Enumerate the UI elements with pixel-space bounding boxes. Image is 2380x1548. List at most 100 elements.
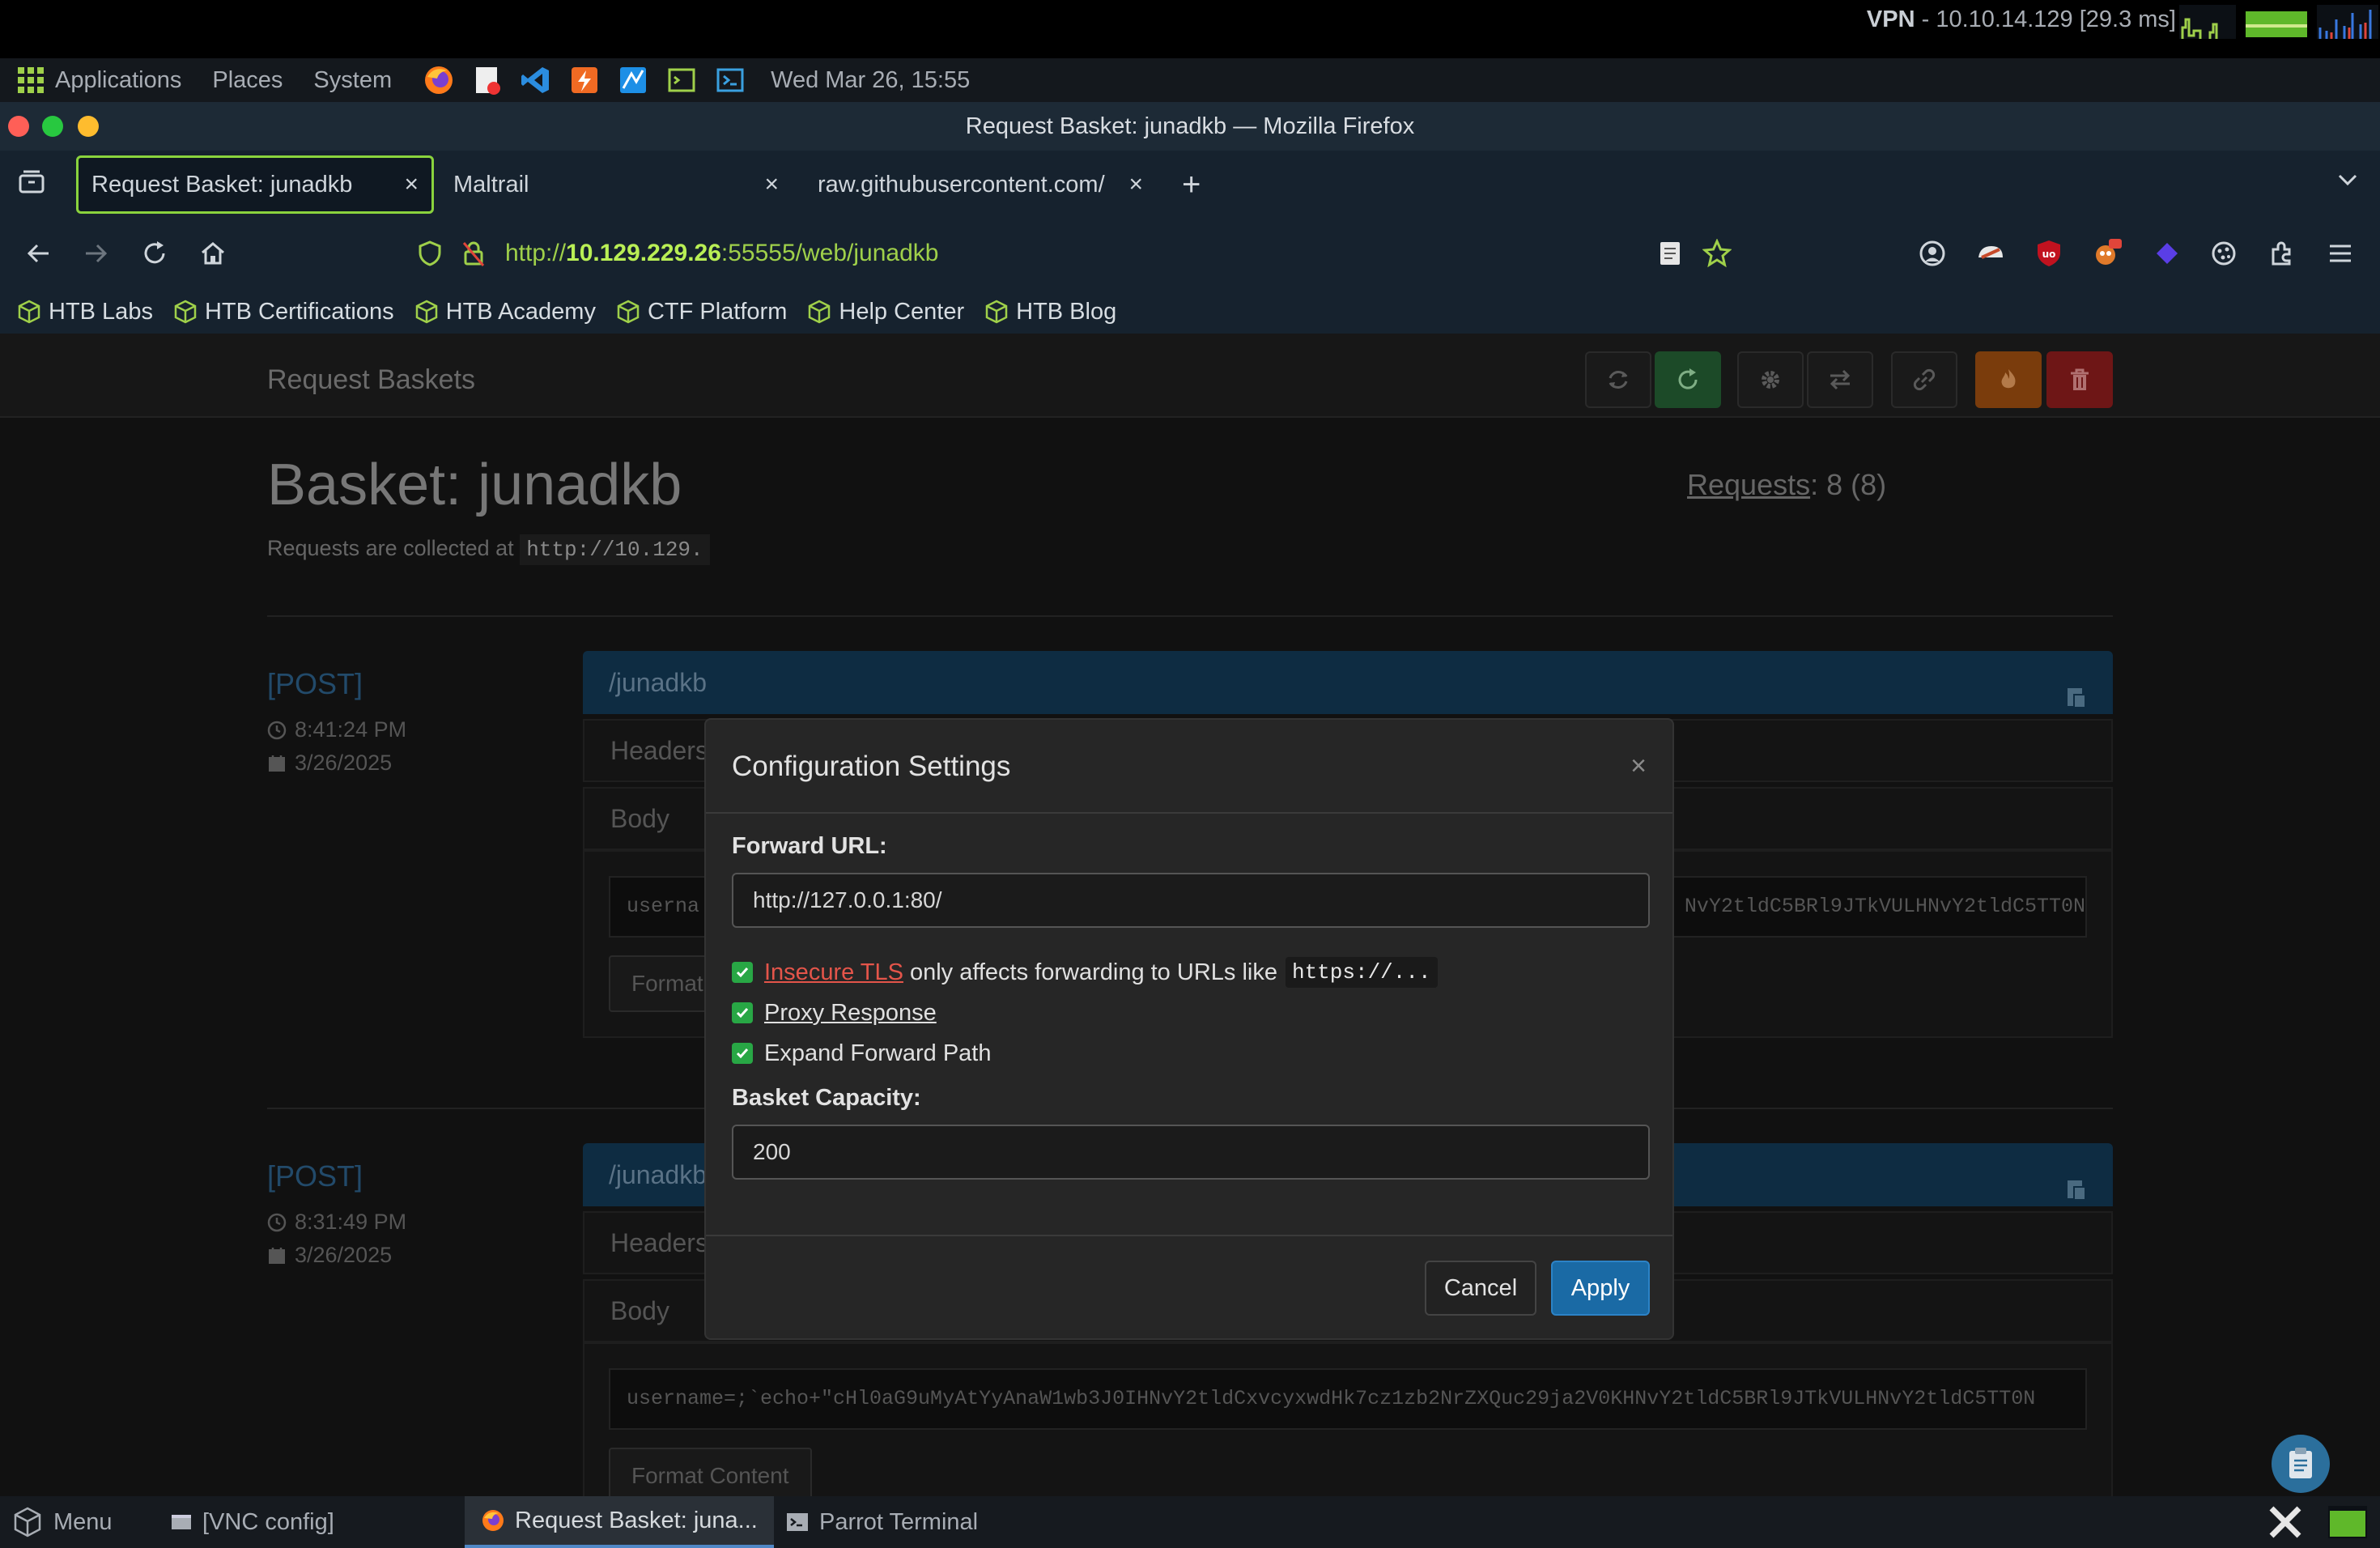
bookmark-help-center[interactable]: Help Center <box>808 299 964 325</box>
terminal-icon <box>787 1513 808 1531</box>
taskbar-item-label: [VNC config] <box>202 1508 334 1535</box>
menu-system[interactable]: System <box>313 67 392 94</box>
terminal-launcher-icon[interactable] <box>665 64 698 96</box>
extensions-puzzle-icon[interactable] <box>2263 235 2301 272</box>
burp-launcher-icon[interactable] <box>568 64 601 96</box>
bookmark-htb-certifications[interactable]: HTB Certifications <box>174 299 394 325</box>
app-brand[interactable]: Request Baskets <box>267 364 475 396</box>
bookmark-htb-blog[interactable]: HTB Blog <box>985 299 1116 325</box>
firefox-launcher-icon[interactable] <box>423 64 455 96</box>
url-rest: :55555/web/junadkb <box>720 240 939 266</box>
bookmark-label: HTB Certifications <box>204 298 394 325</box>
minimize-window-button[interactable] <box>78 116 99 137</box>
wireshark-launcher-icon[interactable] <box>617 64 649 96</box>
paste-icon[interactable] <box>2064 669 2089 732</box>
basket-capacity-label: Basket Capacity: <box>732 1085 921 1111</box>
app-grid-icon[interactable] <box>18 67 44 93</box>
reader-view-icon[interactable] <box>1651 235 1689 272</box>
expand-forward-path-option: Expand Forward Path <box>732 1033 1650 1074</box>
delete-basket-button[interactable] <box>2046 351 2113 408</box>
collect-url: http://10.129. <box>520 534 710 565</box>
taskbar-menu[interactable]: Menu <box>11 1496 113 1548</box>
extension-hack-icon[interactable] <box>2089 235 2126 272</box>
close-window-button[interactable] <box>8 116 29 137</box>
reload-icon[interactable] <box>136 235 173 272</box>
maximize-window-button[interactable] <box>42 116 63 137</box>
new-tab-button[interactable]: + <box>1182 167 1201 203</box>
taskbar-item-terminal[interactable]: Parrot Terminal <box>785 1496 978 1548</box>
requests-link[interactable]: Requests <box>1687 468 1810 501</box>
back-arrow-icon[interactable] <box>19 235 57 272</box>
taskbar-item-firefox[interactable]: Request Basket: juna... <box>465 1496 774 1548</box>
menu-applications[interactable]: Applications <box>55 67 181 94</box>
proxy-response-checkbox[interactable] <box>732 1002 753 1023</box>
check-icon <box>736 968 749 978</box>
navigation-bar: http://10.129.229.26:55555/web/junadkb u… <box>0 217 2380 290</box>
share-link-button[interactable] <box>1891 351 1957 408</box>
request-date: 3/26/2025 <box>295 751 393 775</box>
clock[interactable]: Wed Mar 26, 15:55 <box>771 67 970 94</box>
modal-title: Configuration Settings <box>732 751 1011 782</box>
url-bar[interactable]: http://10.129.229.26:55555/web/junadkb <box>505 236 938 270</box>
close-x-icon[interactable] <box>2267 1496 2314 1548</box>
tab-label: raw.githubusercontent.com/ <box>818 172 1105 198</box>
powershell-launcher-icon[interactable] <box>714 64 746 96</box>
bookmark-ctf-platform[interactable]: CTF Platform <box>617 299 787 325</box>
home-icon[interactable] <box>194 235 232 272</box>
menu-places[interactable]: Places <box>212 67 283 94</box>
request-method: [POST] <box>267 1159 363 1193</box>
text-editor-launcher-icon[interactable] <box>471 64 504 96</box>
tab-list-chevron-down-icon[interactable] <box>2335 167 2361 197</box>
insecure-tls-link[interactable]: Insecure TLS <box>764 959 903 986</box>
bookmark-htb-academy[interactable]: HTB Academy <box>415 299 596 325</box>
auto-refresh-button[interactable] <box>1585 351 1651 408</box>
responses-button[interactable] <box>1807 351 1873 408</box>
bookmarks-toolbar: HTB Labs HTB Certifications HTB Academy … <box>0 290 2380 334</box>
format-content-button[interactable]: Format Content <box>609 1448 812 1496</box>
close-tab-icon[interactable]: × <box>404 158 419 211</box>
settings-button[interactable] <box>1737 351 1804 408</box>
apply-button[interactable]: Apply <box>1551 1261 1650 1316</box>
hamburger-menu-icon[interactable] <box>2322 235 2359 272</box>
vscode-launcher-icon[interactable] <box>520 64 552 96</box>
paste-icon[interactable] <box>2064 1161 2089 1224</box>
insecure-lock-icon[interactable] <box>455 235 492 272</box>
svg-text:uo: uo <box>2042 249 2056 260</box>
request-path-header[interactable]: /junadkb <box>583 651 2113 714</box>
vpn-detail: - 10.10.14.129 [29.3 ms] <box>1915 6 2176 32</box>
taskbar-menu-label: Menu <box>53 1508 113 1535</box>
check-icon <box>736 1008 749 1019</box>
ublock-origin-icon[interactable]: uo <box>2030 235 2068 272</box>
close-tab-icon[interactable]: × <box>764 155 779 214</box>
tab-maltrail[interactable]: Maltrail × <box>440 155 792 214</box>
proxy-response-label[interactable]: Proxy Response <box>764 1000 937 1027</box>
insecure-tls-checkbox[interactable] <box>732 962 753 983</box>
extension-foxyproxy-icon[interactable] <box>1972 235 2009 272</box>
tab-raw-github[interactable]: raw.githubusercontent.com/ × <box>805 155 1156 214</box>
expand-forward-path-checkbox[interactable] <box>732 1043 753 1064</box>
shield-icon[interactable] <box>411 235 448 272</box>
extension-diamond-icon[interactable] <box>2148 235 2186 272</box>
htb-cube-icon <box>985 300 1008 324</box>
taskbar-item-vnc-config[interactable]: [VNC config] <box>170 1496 334 1548</box>
workspace-indicator[interactable] <box>2327 1496 2378 1548</box>
forward-arrow-icon[interactable] <box>78 235 115 272</box>
clear-requests-button[interactable] <box>1975 351 2042 408</box>
bookmark-star-icon[interactable] <box>1698 235 1736 272</box>
clipboard-button[interactable] <box>2272 1435 2330 1493</box>
refresh-icon <box>1609 371 1628 389</box>
tab-groups-icon[interactable] <box>13 164 50 201</box>
taskbar: Menu [VNC config] Request Basket: juna..… <box>0 1496 2380 1548</box>
modal-close-button[interactable]: × <box>1630 751 1647 782</box>
close-tab-icon[interactable]: × <box>1128 155 1143 214</box>
account-icon[interactable] <box>1914 235 1951 272</box>
cancel-button[interactable]: Cancel <box>1425 1261 1536 1316</box>
refresh-button[interactable] <box>1655 351 1721 408</box>
basket-capacity-input[interactable]: 200 <box>732 1125 1650 1180</box>
bookmark-htb-labs[interactable]: HTB Labs <box>18 299 153 325</box>
reload-icon <box>1678 368 1698 389</box>
extension-cookie-icon[interactable] <box>2205 235 2242 272</box>
tab-request-basket[interactable]: Request Basket: junadkb × <box>76 155 434 214</box>
taskbar-item-label: Parrot Terminal <box>819 1508 979 1535</box>
forward-url-input[interactable]: http://127.0.0.1:80/ <box>732 873 1650 928</box>
